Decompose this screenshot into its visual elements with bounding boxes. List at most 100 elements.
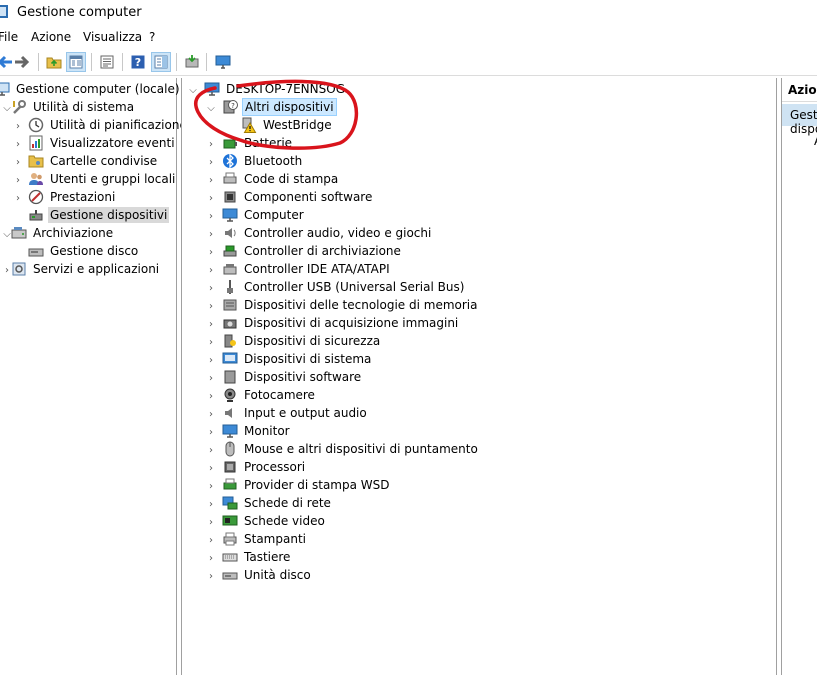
device-category-item[interactable]: Provider di stampa WSD <box>222 476 392 494</box>
chevron-right-icon[interactable]: › <box>206 445 216 456</box>
chevron-right-icon[interactable]: › <box>206 427 216 438</box>
tree-item-westbridge[interactable]: WestBridge <box>241 116 334 134</box>
chevron-right-icon[interactable]: › <box>206 211 216 222</box>
device-category-icon <box>222 351 238 367</box>
forward-arrow-icon[interactable] <box>13 52 33 72</box>
toolbar-separator <box>206 53 207 71</box>
device-category-item[interactable]: Unità disco <box>222 566 313 584</box>
chevron-down-icon[interactable]: ⌵ <box>188 85 198 96</box>
device-category-icon <box>222 333 238 349</box>
device-category-item[interactable]: Dispositivi delle tecnologie di memoria <box>222 296 479 314</box>
chevron-right-icon[interactable]: › <box>206 481 216 492</box>
menu-file[interactable]: File <box>0 30 18 44</box>
tree-item-disk-management[interactable]: Gestione disco <box>28 242 140 260</box>
chevron-right-icon[interactable]: › <box>13 175 23 186</box>
device-category-item[interactable]: Tastiere <box>222 548 292 566</box>
device-category-item[interactable]: Controller IDE ATA/ATAPI <box>222 260 392 278</box>
chevron-right-icon[interactable]: › <box>206 499 216 510</box>
properties-icon[interactable] <box>97 52 117 72</box>
chevron-right-icon[interactable]: › <box>13 193 23 204</box>
chevron-right-icon[interactable]: › <box>206 553 216 564</box>
chevron-right-icon[interactable]: › <box>206 247 216 258</box>
chevron-right-icon[interactable]: › <box>206 229 216 240</box>
update-driver-icon[interactable] <box>182 52 202 72</box>
device-category-item[interactable]: Monitor <box>222 422 292 440</box>
device-category-item[interactable]: Processori <box>222 458 307 476</box>
tree-item-computer-management[interactable]: Gestione computer (locale) <box>0 80 182 98</box>
device-category-item[interactable]: Controller di archiviazione <box>222 242 403 260</box>
chevron-right-icon[interactable]: › <box>206 409 216 420</box>
actions-header: Azioni <box>782 78 817 102</box>
chevron-right-icon[interactable]: › <box>206 283 216 294</box>
tree-item-computer-name[interactable]: DESKTOP-7ENNSOG <box>204 80 347 98</box>
actions-pane: Azioni Gestione dispositivi A <box>781 78 817 675</box>
device-category-item[interactable]: Controller audio, video e giochi <box>222 224 433 242</box>
toolbar-separator <box>122 53 123 71</box>
up-folder-icon[interactable] <box>44 52 64 72</box>
tree-item-performance[interactable]: Prestazioni <box>28 188 117 206</box>
show-tree-icon[interactable] <box>66 52 86 72</box>
chevron-right-icon[interactable]: › <box>206 301 216 312</box>
device-category-item[interactable]: Input e output audio <box>222 404 369 422</box>
device-category-item[interactable]: Batterie <box>222 134 294 152</box>
device-category-icon <box>222 459 238 475</box>
chevron-right-icon[interactable]: › <box>206 391 216 402</box>
chevron-down-icon[interactable]: ⌵ <box>206 103 216 114</box>
chevron-right-icon[interactable]: › <box>206 265 216 276</box>
device-category-item[interactable]: Fotocamere <box>222 386 317 404</box>
tree-item-task-scheduler[interactable]: Utilità di pianificazione <box>28 116 189 134</box>
device-category-item[interactable]: Componenti software <box>222 188 374 206</box>
menu-help[interactable]: ? <box>149 30 155 44</box>
users-icon <box>28 171 44 187</box>
tree-item-services[interactable]: Servizi e applicazioni <box>11 260 161 278</box>
chevron-right-icon[interactable]: › <box>13 157 23 168</box>
menu-action[interactable]: Azione <box>31 30 71 44</box>
disk-icon <box>28 243 44 259</box>
svg-text:?: ? <box>231 102 235 110</box>
device-category-item[interactable]: Dispositivi di acquisizione immagini <box>222 314 460 332</box>
chevron-right-icon[interactable]: › <box>206 175 216 186</box>
scan-hardware-icon[interactable] <box>213 52 233 72</box>
tree-item-local-users[interactable]: Utenti e gruppi locali <box>28 170 177 188</box>
chevron-right-icon[interactable]: › <box>206 517 216 528</box>
tools-icon <box>11 99 27 115</box>
tree-item-system-tools[interactable]: Utilità di sistema <box>11 98 136 116</box>
tree-item-shared-folders[interactable]: Cartelle condivise <box>28 152 159 170</box>
chevron-right-icon[interactable]: › <box>206 319 216 330</box>
chevron-right-icon[interactable]: › <box>206 337 216 348</box>
title-bar: Gestione computer <box>0 0 817 26</box>
menu-view[interactable]: Visualizza <box>83 30 142 44</box>
device-category-item[interactable]: Dispositivi di sistema <box>222 350 373 368</box>
device-category-item[interactable]: Computer <box>222 206 306 224</box>
device-category-item[interactable]: Schede video <box>222 512 327 530</box>
actions-selected-item[interactable]: Gestione dispositivi <box>782 104 817 136</box>
back-arrow-icon[interactable] <box>0 52 14 72</box>
tree-item-event-viewer[interactable]: Visualizzatore eventi <box>28 134 177 152</box>
toolbar-separator <box>91 53 92 71</box>
chevron-right-icon[interactable]: › <box>206 139 216 150</box>
chevron-right-icon[interactable]: › <box>206 193 216 204</box>
help-icon[interactable]: ? <box>128 52 148 72</box>
device-category-item[interactable]: Stampanti <box>222 530 308 548</box>
chevron-right-icon[interactable]: › <box>206 355 216 366</box>
chevron-right-icon[interactable]: › <box>206 535 216 546</box>
tree-item-storage[interactable]: Archiviazione <box>11 224 115 242</box>
device-category-item[interactable]: Schede di rete <box>222 494 333 512</box>
tree-item-other-devices[interactable]: ? Altri dispositivi <box>222 98 337 116</box>
chevron-right-icon[interactable]: › <box>206 571 216 582</box>
device-category-item[interactable]: Bluetooth <box>222 152 304 170</box>
chevron-right-icon[interactable]: › <box>206 373 216 384</box>
chevron-right-icon[interactable]: › <box>206 157 216 168</box>
tree-item-device-manager[interactable]: Gestione dispositivi <box>28 206 170 224</box>
device-category-item[interactable]: Mouse e altri dispositivi di puntamento <box>222 440 480 458</box>
device-category-icon <box>222 549 238 565</box>
show-action-pane-icon[interactable] <box>151 52 171 72</box>
device-category-item[interactable]: Code di stampa <box>222 170 340 188</box>
chevron-right-icon[interactable]: › <box>206 463 216 474</box>
device-category-item[interactable]: Dispositivi software <box>222 368 363 386</box>
device-category-item[interactable]: Dispositivi di sicurezza <box>222 332 382 350</box>
device-category-item[interactable]: Controller USB (Universal Serial Bus) <box>222 278 466 296</box>
chevron-right-icon[interactable]: › <box>13 121 23 132</box>
chevron-right-icon[interactable]: › <box>13 139 23 150</box>
device-category-icon <box>222 405 238 421</box>
